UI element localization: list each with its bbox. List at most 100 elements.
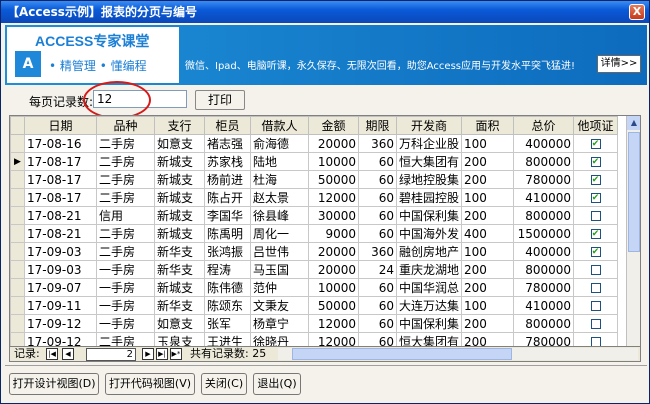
scroll-thumb[interactable] xyxy=(628,132,640,252)
table-cell[interactable]: 200 xyxy=(461,260,515,279)
table-cell[interactable]: 范仲 xyxy=(250,278,309,297)
table-cell[interactable]: 二手房 xyxy=(96,242,155,261)
row-selector[interactable]: ▶ xyxy=(10,152,25,171)
lien-checkbox-cell[interactable] xyxy=(573,260,619,279)
checked-checkbox-icon[interactable]: ✔ xyxy=(590,139,601,149)
table-cell[interactable]: 17-08-17 xyxy=(24,152,97,171)
table-cell[interactable]: 100 xyxy=(461,134,515,153)
table-cell[interactable]: 20000 xyxy=(308,260,359,279)
table-cell[interactable]: 200 xyxy=(461,152,515,171)
table-cell[interactable]: 800000 xyxy=(513,314,575,333)
column-header[interactable]: 日期 xyxy=(24,116,97,135)
table-cell[interactable]: 20000 xyxy=(308,134,359,153)
table-cell[interactable]: 17-08-17 xyxy=(24,170,97,189)
table-cell[interactable]: 12000 xyxy=(308,188,359,207)
table-cell[interactable]: 一手房 xyxy=(96,260,155,279)
checked-checkbox-icon[interactable]: ✔ xyxy=(590,157,601,167)
prev-record-icon[interactable]: ◀ xyxy=(62,348,74,360)
table-cell[interactable]: 融创房地产 xyxy=(395,242,463,261)
row-selector[interactable] xyxy=(10,296,25,315)
first-record-icon[interactable]: |◀ xyxy=(46,348,58,360)
table-cell[interactable]: 中国保利集 xyxy=(395,314,463,333)
table-cell[interactable]: 信用 xyxy=(96,206,155,225)
column-header[interactable]: 支行 xyxy=(154,116,205,135)
table-cell[interactable]: 碧桂园控股 xyxy=(395,188,463,207)
row-selector[interactable] xyxy=(10,278,25,297)
table-cell[interactable]: 200 xyxy=(461,278,515,297)
table-cell[interactable]: 400000 xyxy=(513,134,575,153)
unchecked-checkbox-icon[interactable] xyxy=(590,265,601,275)
table-cell[interactable]: 60 xyxy=(358,188,397,207)
table-cell[interactable]: 陈伟德 xyxy=(204,278,251,297)
table-cell[interactable]: 重庆龙湖地 xyxy=(395,260,463,279)
table-cell[interactable]: 陈禹明 xyxy=(204,224,251,243)
table-cell[interactable]: 周化一 xyxy=(250,224,309,243)
table-row[interactable]: ▶ 17-08-17 二手房 新城支 苏家栈 陆地 10000 60 恒大集团有 200 80000… xyxy=(10,152,619,171)
row-selector[interactable] xyxy=(10,314,25,333)
table-cell[interactable]: 24 xyxy=(358,260,397,279)
table-cell[interactable]: 60 xyxy=(358,206,397,225)
table-cell[interactable]: 张军 xyxy=(204,314,251,333)
table-row[interactable]: 17-08-17 二手房 新城支 陈占开 赵太景 12000 60 碧桂园控股 100 41000… xyxy=(10,188,619,207)
lien-checkbox-cell[interactable]: ✔ xyxy=(573,242,619,261)
lien-checkbox-cell[interactable]: ✔ xyxy=(573,152,619,171)
table-cell[interactable]: 17-08-17 xyxy=(24,188,97,207)
open-code-view-button[interactable]: 打开代码视图(V) xyxy=(105,373,195,395)
table-cell[interactable]: 新城支 xyxy=(154,170,205,189)
close-form-button[interactable]: 关闭(C) xyxy=(201,373,247,395)
table-cell[interactable]: 马玉国 xyxy=(250,260,309,279)
table-cell[interactable]: 800000 xyxy=(513,206,575,225)
table-cell[interactable]: 程涛 xyxy=(204,260,251,279)
table-cell[interactable]: 800000 xyxy=(513,152,575,171)
table-cell[interactable]: 100 xyxy=(461,242,515,261)
table-cell[interactable]: 李国华 xyxy=(204,206,251,225)
table-cell[interactable]: 新城支 xyxy=(154,278,205,297)
table-cell[interactable]: 360 xyxy=(358,134,397,153)
table-cell[interactable]: 新城支 xyxy=(154,224,205,243)
table-cell[interactable]: 陆地 xyxy=(250,152,309,171)
table-cell[interactable]: 780000 xyxy=(513,278,575,297)
table-cell[interactable]: 新华支 xyxy=(154,260,205,279)
table-cell[interactable]: 杨前进 xyxy=(204,170,251,189)
table-cell[interactable]: 360 xyxy=(358,242,397,261)
current-record-field[interactable]: 2 xyxy=(86,348,136,361)
row-selector[interactable] xyxy=(10,188,25,207)
checked-checkbox-icon[interactable]: ✔ xyxy=(590,247,601,257)
table-cell[interactable]: 17-09-11 xyxy=(24,296,97,315)
lien-checkbox-cell[interactable] xyxy=(573,314,619,333)
table-cell[interactable]: 二手房 xyxy=(96,134,155,153)
table-cell[interactable]: 新城支 xyxy=(154,188,205,207)
table-cell[interactable]: 60 xyxy=(358,170,397,189)
table-cell[interactable]: 褚志强 xyxy=(204,134,251,153)
table-cell[interactable]: 17-09-03 xyxy=(24,260,97,279)
lien-checkbox-cell[interactable]: ✔ xyxy=(573,134,619,153)
table-row[interactable]: 17-08-16 二手房 如意支 褚志强 俞海德 20000 360 万科企业股 100 4000… xyxy=(10,134,619,153)
table-cell[interactable]: 二手房 xyxy=(96,224,155,243)
column-header[interactable]: 品种 xyxy=(96,116,155,135)
table-cell[interactable]: 200 xyxy=(461,314,515,333)
column-header[interactable]: 开发商 xyxy=(395,116,463,135)
column-header[interactable]: 柜员 xyxy=(204,116,251,135)
print-button[interactable]: 打印 xyxy=(195,90,245,110)
hscroll-thumb[interactable] xyxy=(292,348,512,360)
table-cell[interactable]: 17-08-16 xyxy=(24,134,97,153)
table-cell[interactable]: 苏家栈 xyxy=(204,152,251,171)
table-cell[interactable]: 17-09-03 xyxy=(24,242,97,261)
table-cell[interactable]: 60 xyxy=(358,296,397,315)
table-cell[interactable]: 800000 xyxy=(513,260,575,279)
unchecked-checkbox-icon[interactable] xyxy=(590,211,601,221)
row-selector[interactable] xyxy=(10,242,25,261)
table-row[interactable]: 17-09-03 一手房 新华支 程涛 马玉国 20000 24 重庆龙湖地 200 800000 xyxy=(10,260,619,279)
table-cell[interactable]: 30000 xyxy=(308,206,359,225)
table-cell[interactable]: 10000 xyxy=(308,152,359,171)
table-cell[interactable]: 780000 xyxy=(513,170,575,189)
new-record-icon[interactable]: ▶* xyxy=(170,348,182,360)
table-row[interactable]: 17-09-11 一手房 新华支 陈颂东 文秉友 50000 60 大连万达集 100 41000… xyxy=(10,296,619,315)
table-cell[interactable]: 17-08-21 xyxy=(24,224,97,243)
lien-checkbox-cell[interactable] xyxy=(573,296,619,315)
table-cell[interactable]: 俞海德 xyxy=(250,134,309,153)
horizontal-scrollbar[interactable] xyxy=(278,348,638,360)
vertical-scrollbar[interactable]: ▲ xyxy=(626,116,640,348)
open-design-view-button[interactable]: 打开设计视图(D) xyxy=(9,373,99,395)
table-cell[interactable]: 赵太景 xyxy=(250,188,309,207)
